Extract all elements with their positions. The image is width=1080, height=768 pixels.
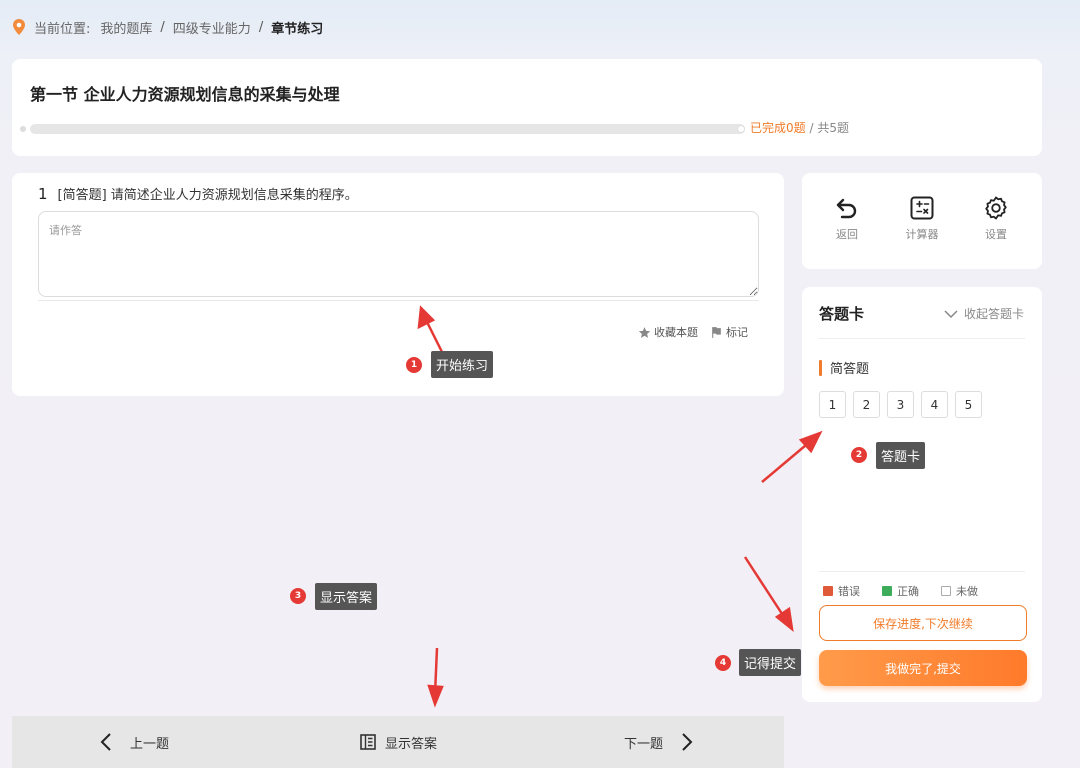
submit-button[interactable]: 我做完了,提交 [819, 650, 1027, 686]
annotation-arrow [433, 647, 439, 695]
sheet-section-header: 简答题 [819, 358, 869, 377]
divider [819, 571, 1025, 572]
page-title: 第一节 企业人力资源规划信息的采集与处理 [30, 85, 340, 104]
progress-knob [737, 125, 745, 133]
progress-track [30, 124, 745, 134]
collapse-sheet-button[interactable]: 收起答题卡 [944, 305, 1024, 322]
question-number-button[interactable]: 3 [887, 391, 914, 418]
location-pin-icon [13, 19, 25, 35]
annotation-label: 显示答案 [315, 583, 378, 610]
breadcrumb-item-level[interactable]: 四级专业能力 [173, 18, 251, 37]
calculator-label: 计算器 [905, 228, 939, 241]
annotation-label: 开始练习 [431, 351, 494, 378]
sheet-section-label: 简答题 [830, 362, 870, 377]
progress-text: 已完成0题 / 共5题 [750, 121, 849, 135]
answer-sheet-card: 答题卡 收起答题卡 简答题 1 2 3 4 5 错误 正确 未做 保存进度,下次… [802, 287, 1042, 702]
breadcrumb-separator: / [258, 19, 264, 35]
annotation-arrow [743, 556, 788, 621]
chevron-down-icon [944, 309, 958, 318]
show-answer-button[interactable]: 显示答案 [360, 733, 437, 752]
bottom-nav-bar: 上一题 显示答案 下一题 [12, 716, 784, 768]
toolbar-card: 返回 计算器 设置 [802, 173, 1042, 269]
settings-button[interactable]: 设置 [966, 195, 1026, 242]
gear-icon [985, 196, 1007, 220]
prev-label: 上一题 [130, 736, 170, 752]
annotation-label: 记得提交 [739, 649, 802, 676]
annotation-badge: 2 [851, 447, 867, 463]
mark-button[interactable]: 标记 [710, 324, 748, 340]
breadcrumb-item-question-bank[interactable]: 我的题库 [100, 18, 152, 37]
book-icon [360, 734, 376, 750]
question-type: [简答题] [57, 188, 107, 203]
back-button[interactable]: 返回 [817, 195, 877, 242]
annotation-arrowhead [427, 684, 444, 708]
legend-swatch [941, 586, 951, 596]
annotation-badge: 4 [715, 655, 731, 671]
favorite-button[interactable]: 收藏本题 [638, 324, 698, 340]
progress-bar [20, 123, 745, 135]
question-actions: 收藏本题 标记 [626, 324, 748, 340]
section-header-card: 第一节 企业人力资源规划信息的采集与处理 已完成0题 / 共5题 [12, 59, 1042, 156]
divider [819, 338, 1025, 339]
answer-sheet-title: 答题卡 [819, 305, 865, 323]
legend-undone: 未做 [941, 583, 978, 599]
calculator-icon [910, 196, 934, 220]
question-number-button[interactable]: 4 [921, 391, 948, 418]
legend-swatch [823, 586, 833, 596]
chevron-left-icon [100, 733, 111, 751]
annotation-badge: 3 [290, 588, 306, 604]
settings-label: 设置 [985, 228, 1007, 241]
question-card: 1 [简答题] 请简述企业人力资源规划信息采集的程序。 收藏本题 标记 [12, 173, 784, 396]
back-label: 返回 [836, 228, 858, 241]
breadcrumb-prefix: 当前位置: [34, 21, 91, 37]
legend-wrong: 错误 [823, 583, 860, 599]
breadcrumb-item-current: 章节练习 [271, 21, 324, 37]
favorite-label: 收藏本题 [654, 326, 698, 339]
chevron-right-icon [682, 733, 693, 751]
annotation-label: 答题卡 [876, 442, 926, 469]
divider [38, 300, 759, 301]
star-icon [638, 326, 651, 338]
annotation-arrowhead [774, 606, 794, 632]
flag-icon [712, 326, 721, 338]
annotation-badge: 1 [406, 357, 422, 373]
legend-correct: 正确 [882, 583, 919, 599]
status-legend: 错误 正确 未做 [823, 583, 1000, 599]
prev-question-button[interactable]: 上一题 [100, 733, 169, 752]
question-number-button[interactable]: 1 [819, 391, 846, 418]
question-number-button[interactable]: 5 [955, 391, 982, 418]
question-text: 请简述企业人力资源规划信息采集的程序。 [110, 188, 358, 203]
save-progress-button[interactable]: 保存进度,下次继续 [819, 605, 1027, 641]
next-label: 下一题 [624, 736, 664, 752]
show-answer-label: 显示答案 [385, 736, 438, 752]
collapse-label: 收起答题卡 [963, 307, 1024, 321]
legend-swatch [882, 586, 892, 596]
calculator-button[interactable]: 计算器 [892, 195, 952, 242]
answer-input[interactable] [38, 211, 759, 297]
undo-icon [836, 198, 857, 219]
breadcrumb: 当前位置: 我的题库 / 四级专业能力 / 章节练习 [12, 16, 323, 38]
question-number-grid: 1 2 3 4 5 [819, 391, 989, 418]
next-question-button[interactable]: 下一题 [624, 733, 693, 752]
mark-label: 标记 [726, 326, 748, 339]
progress-total: 共5题 [817, 121, 849, 135]
question-header: 1 [简答题] 请简述企业人力资源规划信息采集的程序。 [38, 184, 358, 203]
progress-done: 已完成0题 [750, 121, 806, 135]
question-number-button[interactable]: 2 [853, 391, 880, 418]
breadcrumb-separator: / [160, 19, 165, 35]
question-number: 1 [38, 185, 48, 203]
